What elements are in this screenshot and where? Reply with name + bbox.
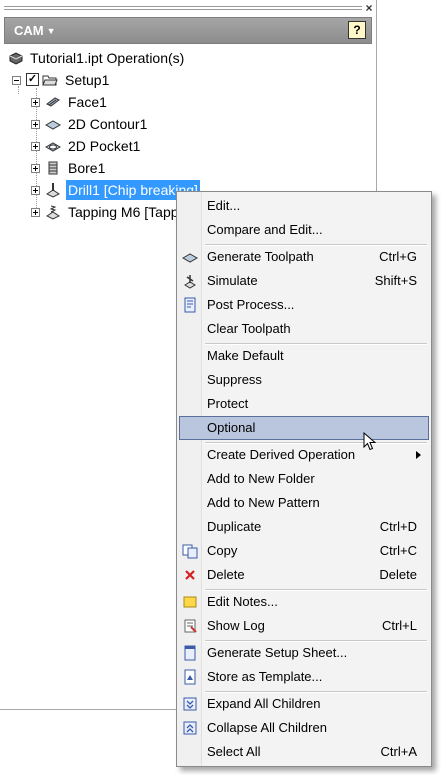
expand-toggle[interactable] — [31, 208, 40, 217]
pocket-icon — [45, 142, 61, 152]
menu-item-label: Edit Notes... — [207, 594, 278, 609]
menu-item-add-to-new-pattern[interactable]: Add to New Pattern — [179, 491, 429, 515]
operation-label: 2D Contour1 — [68, 116, 148, 132]
menu-item-edit[interactable]: Edit... — [179, 194, 429, 218]
menu-item-generate-toolpath[interactable]: Generate Toolpath Ctrl+G — [179, 245, 429, 269]
menu-item-add-to-new-folder[interactable]: Add to New Folder — [179, 467, 429, 491]
menu-item-label: Delete — [207, 567, 245, 582]
setup-checkbox[interactable]: ✓ — [26, 73, 39, 86]
menu-item-optional[interactable]: Optional — [179, 416, 429, 440]
menu-item-shortcut: Shift+S — [374, 273, 417, 288]
menu-item-label: Duplicate — [207, 519, 262, 534]
drill-icon — [46, 183, 60, 198]
contour-icon — [45, 120, 61, 130]
operation-label: 2D Pocket1 — [68, 138, 141, 154]
operation-label: Bore1 — [68, 160, 106, 176]
menu-item-expand-all-children[interactable]: Expand All Children — [179, 692, 429, 716]
menu-item-store-as-template[interactable]: Store as Template... — [179, 665, 429, 689]
menu-item-label: Compare and Edit... — [207, 222, 323, 237]
caret-down-icon: ▼ — [46, 25, 56, 36]
cam-dropdown[interactable]: CAM ▼ — [14, 23, 56, 38]
close-icon[interactable]: × — [363, 1, 375, 15]
menu-item-label: Store as Template... — [207, 669, 323, 684]
expand-toggle[interactable] — [31, 98, 40, 107]
menu-item-copy[interactable]: Copy Ctrl+C — [179, 539, 429, 563]
collapse-toggle[interactable] — [12, 76, 21, 85]
notes-icon — [183, 596, 197, 608]
collapse-icon — [183, 721, 197, 735]
folder-open-icon — [42, 75, 58, 86]
template-icon — [184, 669, 196, 685]
copy-icon — [182, 544, 198, 559]
tree-setup-label: Setup1 — [65, 72, 110, 88]
generate-toolpath-icon — [182, 253, 198, 263]
submenu-arrow-icon — [416, 451, 421, 459]
menu-item-shortcut: Ctrl+C — [379, 543, 417, 558]
help-button[interactable]: ? — [348, 21, 366, 39]
menu-item-suppress[interactable]: Suppress — [179, 368, 429, 392]
menu-item-compare-and-edit[interactable]: Compare and Edit... — [179, 218, 429, 242]
expand-toggle[interactable] — [31, 142, 40, 151]
menu-item-edit-notes[interactable]: Edit Notes... — [179, 590, 429, 614]
menu-item-protect[interactable]: Protect — [179, 392, 429, 416]
menu-item-delete[interactable]: Delete Delete — [179, 563, 429, 587]
menu-item-collapse-all-children[interactable]: Collapse All Children — [179, 716, 429, 740]
menu-item-create-derived-operation[interactable]: Create Derived Operation — [179, 443, 429, 467]
menu-item-shortcut: Ctrl+A — [380, 744, 417, 759]
menu-item-show-log[interactable]: Show Log Ctrl+L — [179, 614, 429, 638]
simulate-icon — [184, 275, 196, 289]
menu-item-label: Add to New Folder — [207, 471, 315, 486]
post-process-icon — [184, 297, 196, 313]
menu-item-label: Optional — [207, 420, 256, 435]
operations-root-icon — [9, 52, 23, 65]
panel-grip[interactable] — [4, 1, 362, 15]
face-icon — [46, 97, 60, 107]
menu-item-label: Expand All Children — [207, 696, 321, 711]
expand-icon — [183, 697, 197, 711]
setup-sheet-icon — [184, 645, 196, 661]
log-icon — [184, 619, 197, 633]
menu-item-simulate[interactable]: Simulate Shift+S — [179, 269, 429, 293]
menu-item-label: Create Derived Operation — [207, 447, 356, 462]
menu-item-label: Collapse All Children — [207, 720, 327, 735]
mouse-pointer-icon — [363, 432, 377, 451]
tapping-icon — [46, 205, 60, 220]
expand-toggle[interactable] — [31, 120, 40, 129]
menu-item-label: Generate Setup Sheet... — [207, 645, 348, 660]
menu-item-label: Suppress — [207, 372, 262, 387]
menu-item-label: Protect — [207, 396, 249, 411]
menu-item-shortcut: Delete — [379, 567, 417, 582]
menu-item-select-all[interactable]: Select All Ctrl+A — [179, 740, 429, 764]
menu-item-post-process[interactable]: Post Process... — [179, 293, 429, 317]
menu-item-generate-setup-sheet[interactable]: Generate Setup Sheet... — [179, 641, 429, 665]
context-menu: Edit... Compare and Edit... Generate Too… — [176, 191, 432, 767]
tree-root-label: Tutorial1.ipt Operation(s) — [30, 50, 185, 66]
menu-item-label: Clear Toolpath — [207, 321, 291, 336]
menu-item-label: Generate Toolpath — [207, 249, 314, 264]
menu-item-shortcut: Ctrl+D — [379, 519, 417, 534]
cam-title: CAM — [14, 23, 44, 38]
menu-item-label: Copy — [207, 543, 238, 558]
menu-item-label: Select All — [207, 744, 261, 759]
menu-item-label: Make Default — [207, 348, 284, 363]
expand-toggle[interactable] — [31, 186, 40, 195]
menu-item-label: Edit... — [207, 198, 241, 213]
menu-item-clear-toolpath[interactable]: Clear Toolpath — [179, 317, 429, 341]
menu-item-label: Add to New Pattern — [207, 495, 320, 510]
panel-header: CAM ▼ ? — [4, 17, 372, 44]
menu-item-make-default[interactable]: Make Default — [179, 344, 429, 368]
menu-item-shortcut: Ctrl+L — [381, 618, 417, 633]
menu-item-label: Show Log — [207, 618, 265, 633]
menu-item-shortcut: Ctrl+G — [379, 249, 417, 264]
menu-item-label: Post Process... — [207, 297, 295, 312]
bore-icon — [48, 161, 58, 175]
menu-item-label: Simulate — [207, 273, 258, 288]
menu-item-duplicate[interactable]: Duplicate Ctrl+D — [179, 515, 429, 539]
delete-icon — [185, 570, 195, 580]
expand-toggle[interactable] — [31, 164, 40, 173]
operation-label: Face1 — [68, 94, 107, 110]
